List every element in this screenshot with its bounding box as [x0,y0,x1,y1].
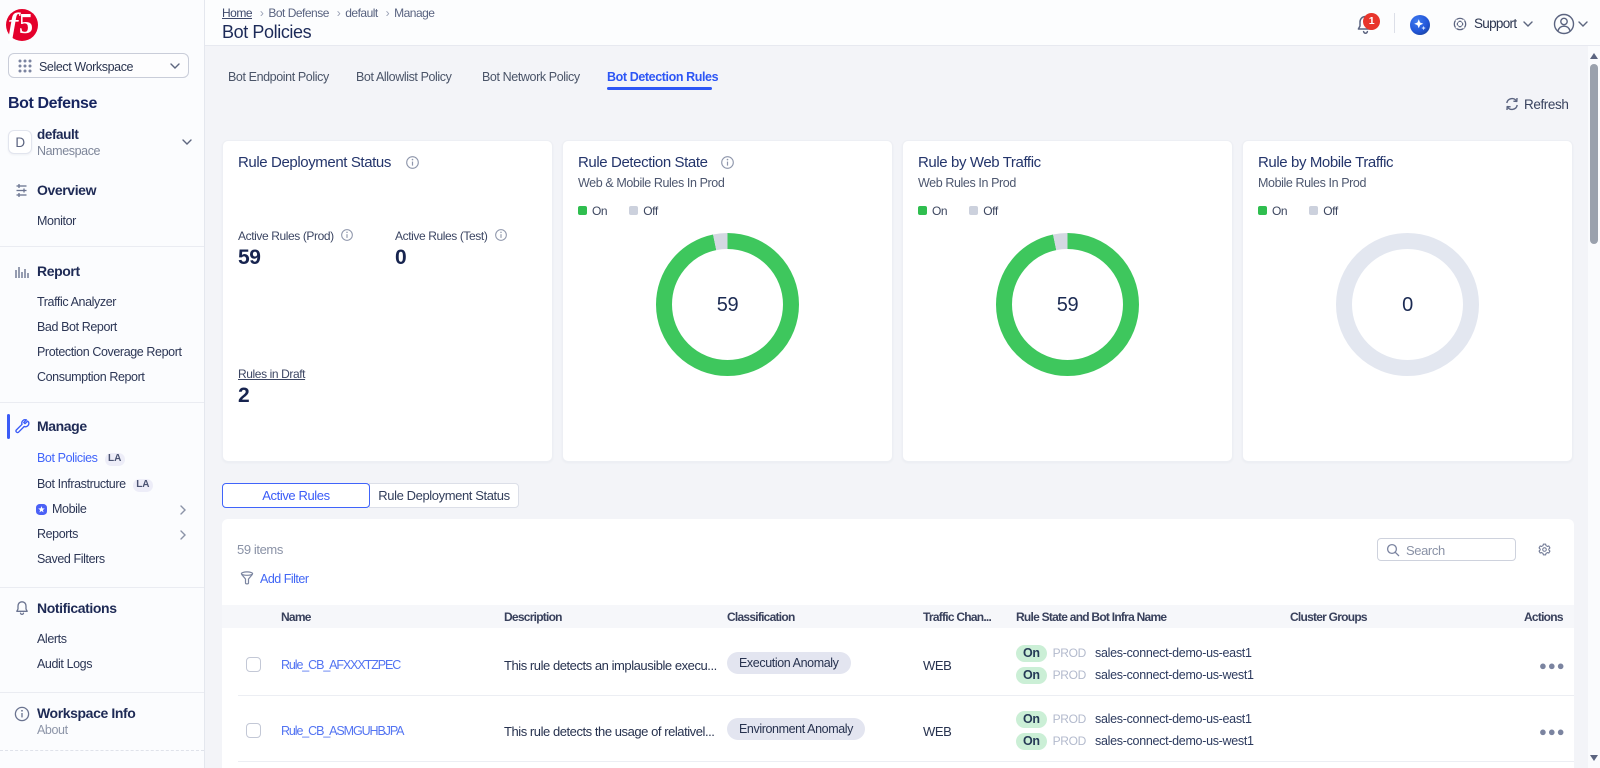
svg-text:59: 59 [1057,294,1079,316]
svg-text:59: 59 [717,294,739,316]
svg-text:0: 0 [1402,294,1413,316]
